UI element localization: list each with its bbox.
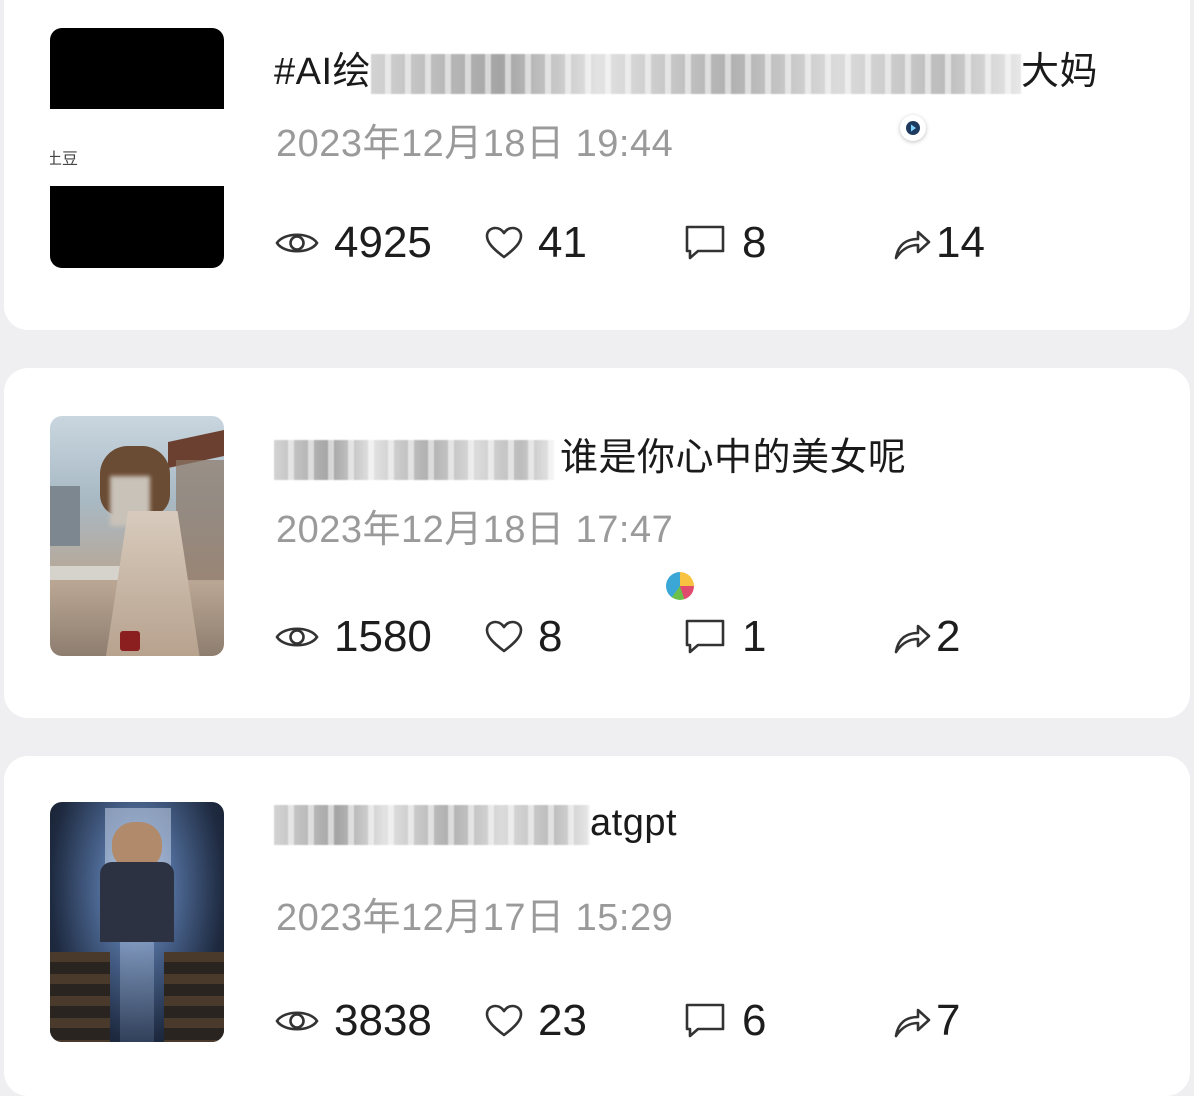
share-button[interactable]: 2 [892, 612, 960, 662]
pixelated-redaction [274, 804, 590, 845]
likes-count: 41 [538, 218, 587, 267]
heart-icon [485, 226, 523, 259]
comment-button[interactable]: 8 [684, 218, 766, 268]
heart-icon [485, 1004, 523, 1037]
comments-count: 1 [742, 612, 767, 661]
comments-count: 6 [742, 996, 767, 1045]
share-icon [894, 1008, 931, 1038]
post-stats: 3838 23 6 7 [274, 996, 1174, 1046]
post-title[interactable]: #AI绘 大妈 [274, 40, 1098, 95]
views-count: 4925 [334, 218, 432, 267]
post-stats: 4925 41 8 14 [274, 218, 1174, 268]
comments-count: 8 [742, 218, 767, 267]
heart-icon [485, 620, 523, 653]
post-card-3[interactable]: atgpt 2023年12月17日 15:29 3838 23 6 7 [4, 756, 1190, 1096]
play-icon [906, 121, 920, 135]
eye-icon [275, 1011, 319, 1031]
post-thumbnail[interactable]: 土豆 [50, 28, 224, 268]
pixelated-redaction [274, 439, 554, 480]
shares-count: 7 [936, 996, 961, 1045]
pixelated-redaction [371, 53, 1022, 94]
thumbnail-caption: 土豆 [50, 151, 79, 168]
views-stat: 4925 [274, 218, 432, 268]
post-thumbnail[interactable] [50, 416, 224, 656]
post-title-end: atgpt [590, 802, 678, 844]
post-stats: 1580 8 1 2 [274, 612, 1174, 662]
share-icon [894, 230, 931, 260]
like-button[interactable]: 23 [484, 996, 587, 1046]
post-card-1[interactable]: 土豆 #AI绘 大妈 2023年12月18日 19:44 4925 41 8 1… [4, 0, 1190, 330]
post-title-end: 谁是你心中的美女呢 [560, 437, 907, 479]
comment-button[interactable]: 6 [684, 996, 766, 1046]
floating-emoji-icon[interactable] [666, 572, 694, 600]
post-date: 2023年12月17日 15:29 [276, 897, 674, 939]
post-date: 2023年12月18日 19:44 [276, 123, 674, 165]
shares-count: 14 [936, 218, 985, 267]
views-stat: 3838 [274, 996, 432, 1046]
likes-count: 23 [538, 996, 587, 1045]
eye-icon [275, 233, 319, 253]
likes-count: 8 [538, 612, 563, 661]
views-stat: 1580 [274, 612, 432, 662]
post-card-2[interactable]: 谁是你心中的美女呢 2023年12月18日 17:47 1580 8 1 2 [4, 368, 1190, 718]
post-title-end: 大妈 [1021, 51, 1099, 93]
share-icon [894, 624, 931, 654]
post-title[interactable]: atgpt [274, 802, 677, 845]
comment-icon [685, 225, 725, 260]
like-button[interactable]: 8 [484, 612, 562, 662]
comment-button[interactable]: 1 [684, 612, 766, 662]
eye-icon [275, 627, 319, 647]
comment-icon [685, 1003, 725, 1038]
share-button[interactable]: 7 [892, 996, 960, 1046]
post-thumbnail[interactable] [50, 802, 224, 1042]
shares-count: 2 [936, 612, 961, 661]
post-date: 2023年12月18日 17:47 [276, 509, 674, 551]
share-button[interactable]: 14 [892, 218, 985, 268]
views-count: 3838 [334, 996, 432, 1045]
post-title-start: #AI绘 [274, 51, 372, 93]
post-title[interactable]: 谁是你心中的美女呢 [274, 426, 907, 481]
views-count: 1580 [334, 612, 432, 661]
like-button[interactable]: 41 [484, 218, 587, 268]
floating-assistant-icon[interactable] [900, 115, 926, 141]
comment-icon [685, 619, 725, 654]
